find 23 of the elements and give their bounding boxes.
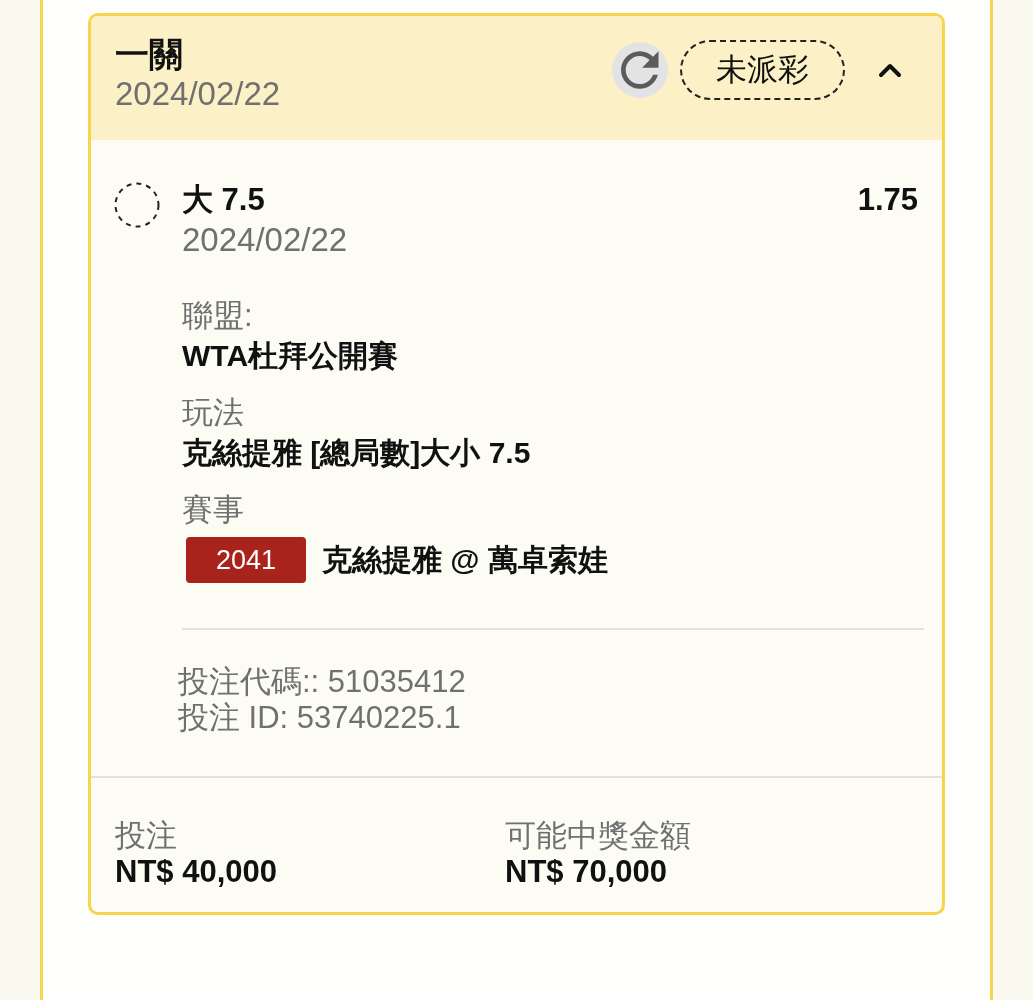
selection-name: 大 7.5	[182, 181, 265, 219]
total-value: NT$ 40,000	[115, 854, 277, 890]
event-code-badge: 2041	[186, 537, 306, 583]
bet-code-text: 投注 ID: 53740225.1	[178, 700, 461, 736]
field-value: 克絲提雅 [總局數]大小 7.5	[182, 435, 531, 471]
event-name: 克絲提雅 @ 萬卓索娃	[322, 542, 608, 578]
card-date: 2024/02/22	[115, 75, 281, 113]
selection-date: 2024/02/22	[182, 220, 348, 260]
dashed-circle-icon	[114, 182, 160, 228]
field-value: WTA杜拜公開賽	[182, 338, 399, 374]
status-tag: 未派彩	[680, 40, 845, 100]
total-label: 可能中獎金額	[505, 818, 691, 854]
total-value: NT$ 70,000	[505, 854, 667, 890]
chevron-up-icon[interactable]	[878, 62, 902, 78]
card-title: 一關	[115, 34, 183, 75]
field-label: 聯盟:	[182, 297, 253, 335]
refresh-button[interactable]	[612, 42, 668, 98]
total-label: 投注	[115, 818, 177, 854]
field-label: 玩法	[182, 394, 244, 432]
refresh-icon	[621, 51, 659, 89]
bet-code-text: 投注代碼:: 51035412	[178, 664, 466, 700]
odds-value: 1.75	[857, 181, 918, 219]
field-label: 賽事	[182, 491, 244, 529]
